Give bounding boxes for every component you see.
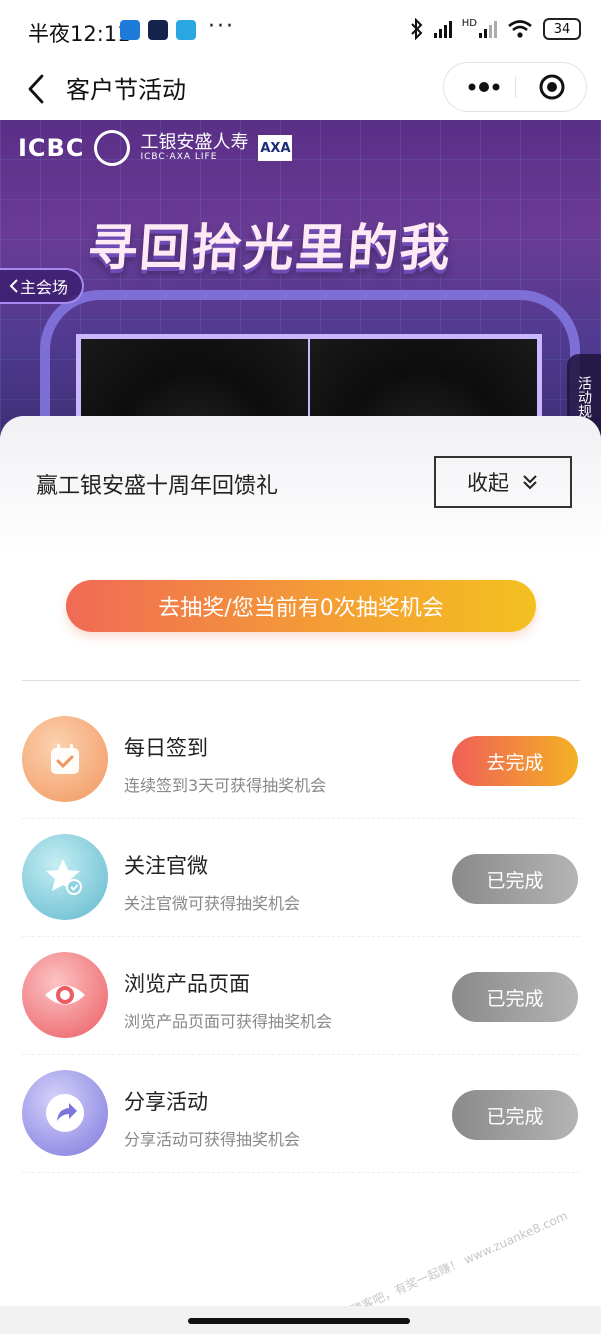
wifi-icon (508, 20, 532, 38)
double-chevron-down-icon (523, 475, 537, 490)
sheet-title: 赢工银安盛十周年回馈礼 (36, 474, 279, 499)
banner-headline: 寻回拾光里的我 (85, 219, 454, 277)
task-action-button[interactable]: 已完成 (452, 854, 578, 904)
nav-bar: 客户节活动 (0, 60, 601, 118)
share-arrow-icon (22, 1070, 108, 1156)
main-venue-label: 主会场 (20, 278, 69, 297)
task-name: 分享活动 (124, 1090, 208, 1114)
eye-icon (22, 952, 108, 1038)
back-arrow-icon[interactable] (22, 70, 52, 108)
task-name: 每日签到 (124, 736, 208, 760)
brand-logo: ICBC 工银安盛人寿 ICBC·AXA LIFE AXA (18, 130, 293, 166)
status-more-dots: ··· (208, 14, 235, 39)
task-action-button[interactable]: 已完成 (452, 972, 578, 1022)
close-target-icon[interactable] (538, 73, 566, 101)
task-browse-products: 浏览产品页面 浏览产品页面可获得抽奖机会 已完成 (22, 936, 580, 1055)
star-check-icon (22, 834, 108, 920)
axa-logo: AXA (258, 135, 293, 161)
sheet-header: 赢工银安盛十周年回馈礼 收起 (0, 416, 601, 556)
section-divider (22, 680, 580, 681)
status-bar: 半夜12:11 ··· HD 34 (0, 0, 601, 64)
task-description: 分享活动可获得抽奖机会 (124, 1130, 301, 1149)
battery-icon: 34 (543, 18, 581, 40)
task-daily-checkin: 每日签到 连续签到3天可获得抽奖机会 去完成 (22, 700, 580, 819)
brand-name-en: ICBC·AXA LIFE (140, 152, 218, 162)
notification-app-icon (148, 20, 168, 40)
icbc-logo-text: ICBC (18, 134, 85, 162)
brand-name-cn: 工银安盛人寿 (140, 132, 249, 153)
task-action-button[interactable]: 已完成 (452, 1090, 578, 1140)
task-description: 连续签到3天可获得抽奖机会 (124, 776, 327, 795)
more-dots-icon[interactable] (464, 69, 504, 105)
bluetooth-icon (411, 18, 423, 40)
task-description: 浏览产品页面可获得抽奖机会 (124, 1012, 333, 1031)
task-description: 关注官微可获得抽奖机会 (124, 894, 301, 913)
status-time: 半夜12:11 (28, 22, 131, 46)
collapse-button[interactable]: 收起 (434, 456, 572, 508)
status-right-group: HD 34 (410, 18, 581, 40)
task-sheet: 赢工银安盛十周年回馈礼 收起 去抽奖/您当前有0次抽奖机会 每日签到 连续签到3… (0, 416, 601, 1334)
campaign-banner: ICBC 工银安盛人寿 ICBC·AXA LIFE AXA 寻回拾光里的我 主会… (0, 120, 601, 440)
icbc-logo-icon (94, 130, 131, 166)
miniprogram-capsule (443, 62, 587, 112)
calendar-check-icon (22, 716, 108, 802)
battery-level: 34 (553, 21, 571, 37)
signal-icon (433, 20, 452, 38)
task-follow-official: 关注官微 关注官微可获得抽奖机会 已完成 (22, 818, 580, 937)
notification-app-icon (176, 20, 196, 40)
main-venue-button[interactable]: 主会场 (0, 268, 84, 304)
brand-name-block: 工银安盛人寿 ICBC·AXA LIFE (140, 132, 249, 163)
task-name: 关注官微 (124, 854, 208, 878)
capsule-divider (515, 76, 516, 98)
signal-hd-icon (479, 20, 497, 38)
hd-label: HD (461, 17, 477, 29)
collapse-label: 收起 (467, 471, 509, 495)
home-indicator[interactable] (188, 1318, 410, 1324)
notification-app-icon (120, 20, 140, 40)
task-action-button[interactable]: 去完成 (452, 736, 578, 786)
page-title: 客户节活动 (66, 76, 186, 104)
task-name: 浏览产品页面 (124, 972, 250, 996)
go-lottery-button[interactable]: 去抽奖/您当前有0次抽奖机会 (66, 580, 536, 632)
task-share-activity: 分享活动 分享活动可获得抽奖机会 已完成 (22, 1054, 580, 1173)
chevron-left-icon (9, 279, 18, 293)
